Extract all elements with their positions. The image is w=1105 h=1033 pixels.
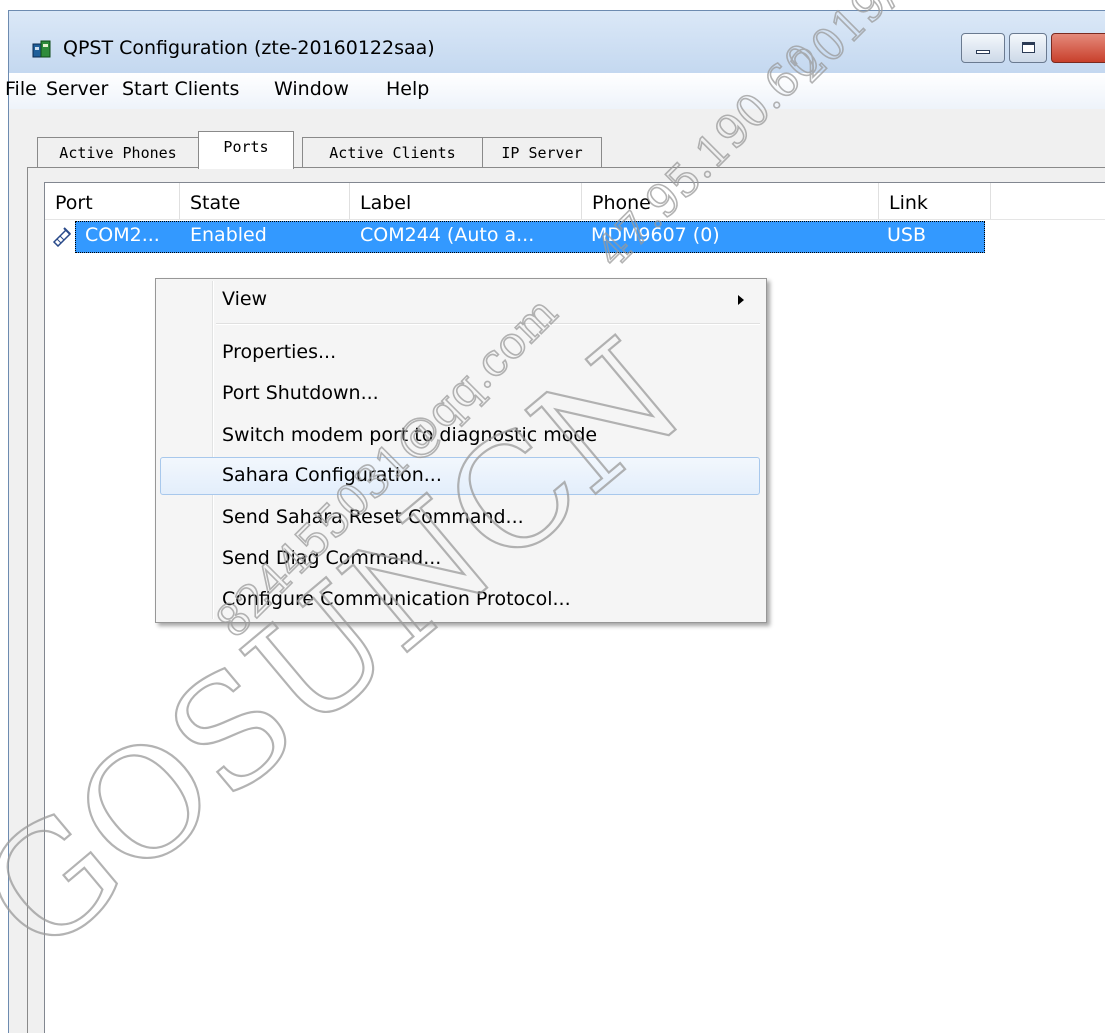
serial-port-icon — [52, 227, 72, 247]
maximize-button[interactable] — [1009, 33, 1047, 63]
menu-file[interactable]: File — [5, 78, 37, 100]
column-header-port[interactable]: Port — [45, 183, 180, 219]
close-button[interactable] — [1051, 33, 1105, 63]
tab-active-phones[interactable]: Active Phones — [37, 137, 199, 167]
cell-port: COM2... — [85, 224, 160, 246]
submenu-arrow-icon — [738, 295, 744, 305]
screen: QPST Configuration (zte-20160122saa) Fil… — [0, 0, 1105, 1033]
tab-ip-server[interactable]: IP Server — [482, 137, 602, 167]
context-menu-item-view[interactable]: View — [160, 281, 760, 319]
column-header-label[interactable]: Label — [350, 183, 582, 219]
column-header-phone[interactable]: Phone — [582, 183, 879, 219]
menu-separator — [216, 323, 760, 325]
menu-help[interactable]: Help — [386, 78, 429, 100]
context-menu-item-send-diag[interactable]: Send Diag Command... — [160, 540, 760, 578]
minimize-button[interactable] — [961, 33, 1005, 63]
minimize-icon — [976, 50, 990, 54]
context-menu-item-sahara-configuration[interactable]: Sahara Configuration... — [160, 457, 760, 495]
context-menu: View Properties... Port Shutdown... Swit… — [155, 278, 767, 623]
menu-start-clients[interactable]: Start Clients — [122, 78, 239, 100]
context-menu-item-port-shutdown[interactable]: Port Shutdown... — [160, 375, 760, 413]
context-menu-item-properties[interactable]: Properties... — [160, 334, 760, 372]
title-bar[interactable]: QPST Configuration (zte-20160122saa) — [9, 11, 1105, 73]
column-header-state[interactable]: State — [180, 183, 350, 219]
menu-server[interactable]: Server — [46, 78, 108, 100]
context-menu-item-switch-diagnostic[interactable]: Switch modem port to diagnostic mode — [160, 417, 760, 455]
context-menu-item-configure-protocol[interactable]: Configure Communication Protocol... — [160, 581, 760, 619]
menu-bar: File Server Start Clients Window Help — [5, 73, 1105, 110]
menu-window[interactable]: Window — [274, 78, 349, 100]
table-row[interactable]: COM2... Enabled COM244 (Auto a... MDM960… — [45, 221, 985, 253]
window-title: QPST Configuration (zte-20160122saa) — [63, 37, 435, 59]
maximize-icon — [1022, 42, 1035, 53]
tab-ports[interactable]: Ports — [198, 131, 294, 169]
cell-label: COM244 (Auto a... — [360, 224, 535, 246]
context-menu-item-send-sahara-reset[interactable]: Send Sahara Reset Command... — [160, 499, 760, 537]
cell-state: Enabled — [190, 224, 267, 246]
tab-active-clients[interactable]: Active Clients — [302, 137, 483, 167]
cell-phone: MDM9607 (0) — [591, 224, 720, 246]
qpst-phone-icon — [32, 40, 51, 58]
cell-link: USB — [887, 224, 927, 246]
column-header-link[interactable]: Link — [879, 183, 991, 219]
list-header: Port State Label Phone Link — [45, 183, 1105, 220]
